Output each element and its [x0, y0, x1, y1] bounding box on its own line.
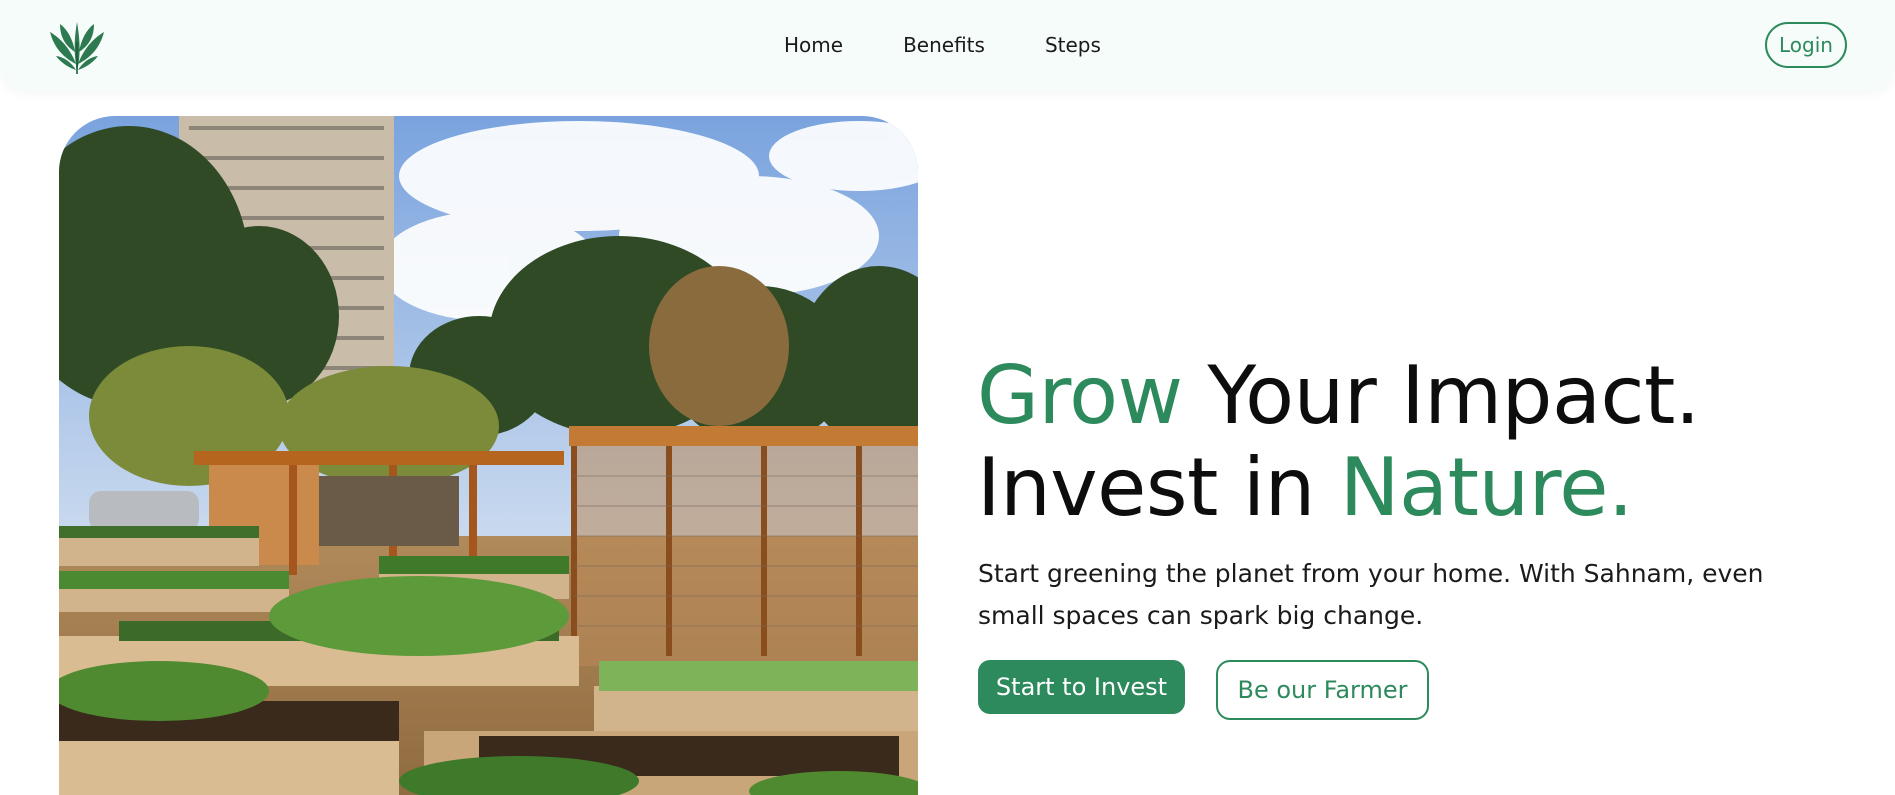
login-button[interactable]: Login — [1765, 22, 1847, 68]
hero-subtext: Start greening the planet from your home… — [978, 559, 1764, 630]
nav-link-benefits[interactable]: Benefits — [903, 33, 985, 57]
headline-line2-rest: Invest in — [977, 441, 1340, 534]
hero-headline: Grow Your Impact. Invest in Nature. — [977, 350, 1700, 534]
navbar: Home Benefits Steps Login — [0, 0, 1895, 92]
nav-link-steps[interactable]: Steps — [1045, 33, 1101, 57]
headline-accent-nature: Nature. — [1339, 441, 1634, 534]
leaf-logo-icon[interactable] — [44, 12, 110, 78]
nav-link-home[interactable]: Home — [784, 33, 843, 57]
be-our-farmer-button[interactable]: Be our Farmer — [1216, 660, 1429, 720]
start-to-invest-button[interactable]: Start to Invest — [978, 660, 1185, 714]
community-garden-image — [59, 116, 918, 795]
main-nav: Home Benefits Steps — [784, 33, 1161, 57]
headline-line1-rest: Your Impact. — [1182, 349, 1700, 442]
headline-accent-grow: Grow — [977, 349, 1183, 442]
